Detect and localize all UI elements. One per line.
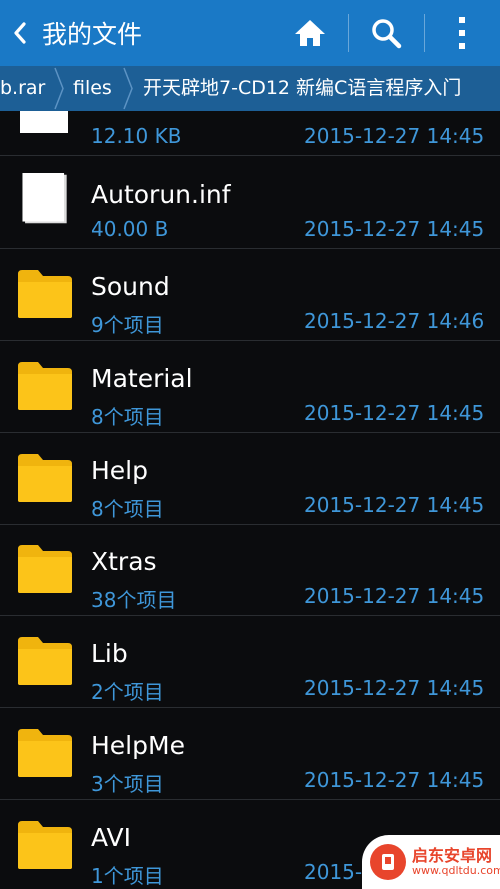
item-name: Xtras: [91, 547, 157, 576]
item-date: 2015-12-27 14:45: [304, 217, 485, 241]
overflow-menu-button[interactable]: [424, 0, 500, 66]
folder-icon: [18, 362, 72, 410]
back-button[interactable]: [0, 0, 40, 66]
folder-icon: [18, 637, 72, 685]
item-count: 8个项目: [91, 497, 164, 521]
item-count: 3个项目: [91, 772, 164, 796]
action-bar: 我的文件: [0, 0, 500, 66]
overflow-menu-icon: [459, 17, 465, 49]
home-icon: [295, 20, 325, 46]
list-item[interactable]: Material 8个项目 2015-12-27 14:45: [0, 340, 500, 433]
item-size: 40.00 B: [91, 217, 169, 241]
item-name: Lib: [91, 639, 128, 668]
item-name: Autorun.inf: [91, 180, 231, 209]
file-list: 12.10 KB 2015-12-27 14:45 Autorun.inf 40…: [0, 111, 500, 889]
breadcrumb-item-archive[interactable]: b.rar: [0, 66, 45, 111]
list-item[interactable]: Lib 2个项目 2015-12-27 14:45: [0, 615, 500, 708]
watermark-url: www.qdltdu.com: [412, 863, 500, 877]
item-date: 2015-12-27 14:45: [304, 676, 485, 700]
back-chevron-icon: [14, 22, 26, 44]
item-date: 2015-12-27 14:45: [304, 584, 485, 608]
breadcrumb: b.rar files 开天辟地7-CD12 新编C语言程序入门: [0, 66, 500, 111]
item-count: 1个项目: [91, 864, 164, 888]
item-count: 9个项目: [91, 313, 164, 337]
item-name: Material: [91, 364, 193, 393]
watermark-logo-icon: [370, 844, 406, 880]
folder-icon: [18, 821, 72, 869]
list-item[interactable]: Sound 9个项目 2015-12-27 14:46: [0, 248, 500, 341]
folder-icon: [18, 545, 72, 593]
item-name: Sound: [91, 272, 170, 301]
breadcrumb-separator-icon: [123, 67, 133, 110]
watermark-title: 启东安卓网: [412, 846, 493, 866]
file-icon: [22, 173, 67, 224]
file-icon: [20, 111, 68, 133]
breadcrumb-separator-icon: [54, 67, 64, 110]
item-name: AVI: [91, 823, 131, 852]
list-item[interactable]: Help 8个项目 2015-12-27 14:45: [0, 432, 500, 525]
item-name: Help: [91, 456, 148, 485]
item-date: 2015-12-27 14:45: [304, 124, 485, 148]
item-date: 2015-12-27 14:45: [304, 401, 485, 425]
list-item[interactable]: Autorun.inf 40.00 B 2015-12-27 14:45: [0, 156, 500, 249]
page-title[interactable]: 我的文件: [40, 15, 272, 51]
folder-icon: [18, 270, 72, 318]
item-date: 2015-12-27 14:45: [304, 493, 485, 517]
search-button[interactable]: [348, 0, 424, 66]
item-name: HelpMe: [91, 731, 185, 760]
item-count: 2个项目: [91, 680, 164, 704]
item-count: 8个项目: [91, 405, 164, 429]
search-icon: [372, 19, 402, 49]
item-date: 2015-: [304, 860, 363, 884]
breadcrumb-item-files[interactable]: files: [73, 66, 112, 111]
item-date: 2015-12-27 14:45: [304, 768, 485, 792]
list-item[interactable]: 12.10 KB 2015-12-27 14:45: [0, 111, 500, 156]
item-date: 2015-12-27 14:46: [304, 309, 485, 333]
home-button[interactable]: [272, 0, 348, 66]
item-count: 38个项目: [91, 588, 177, 612]
list-item[interactable]: Xtras 38个项目 2015-12-27 14:45: [0, 523, 500, 616]
breadcrumb-item-current[interactable]: 开天辟地7-CD12 新编C语言程序入门: [143, 66, 461, 111]
item-size: 12.10 KB: [91, 124, 182, 148]
folder-icon: [18, 729, 72, 777]
folder-icon: [18, 454, 72, 502]
list-item[interactable]: HelpMe 3个项目 2015-12-27 14:45: [0, 707, 500, 800]
watermark: 启东安卓网 www.qdltdu.com: [362, 835, 500, 889]
